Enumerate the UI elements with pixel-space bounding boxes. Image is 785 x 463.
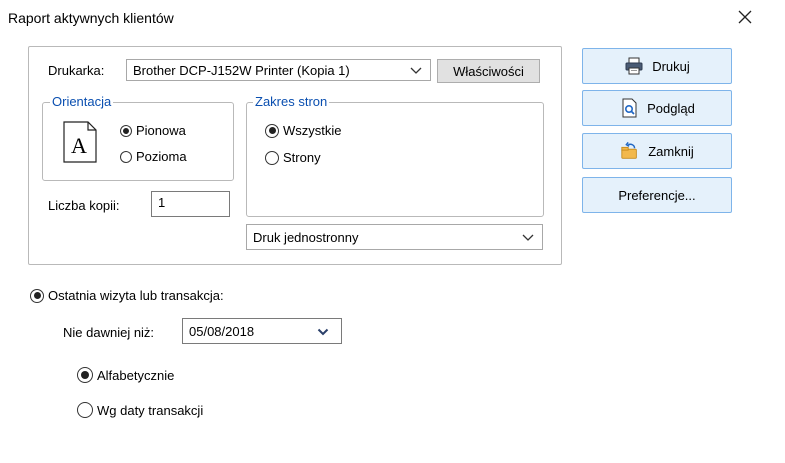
preferences-button[interactable]: Preferencje... [582,177,732,213]
exit-icon [620,141,640,161]
date-picker[interactable]: 05/08/2018 [182,318,342,344]
printer-select-value: Brother DCP-J152W Printer (Kopia 1) [133,62,350,78]
radio-sort-alphabetical[interactable]: Alfabetycznie [77,367,174,383]
close-icon[interactable] [734,6,756,28]
duplex-select[interactable]: Druk jednostronny [246,224,543,250]
printer-icon [624,56,644,76]
page-range-legend: Zakres stron [253,94,330,109]
radio-last-visit[interactable]: Ostatnia wizyta lub transakcja: [30,288,224,303]
properties-button[interactable]: Właściwości [437,59,540,83]
close-dialog-button[interactable]: Zamknij [582,133,732,169]
orientation-page-icon: A [63,121,97,163]
orientation-page-letter: A [71,133,87,158]
date-picker-value: 05/08/2018 [189,323,255,339]
copies-label: Liczba kopii: [48,198,120,213]
radio-last-visit-label: Ostatnia wizyta lub transakcja: [48,288,224,303]
radio-button-circle [77,402,93,418]
radio-all-pages-label: Wszystkie [283,123,342,138]
preview-button[interactable]: Podgląd [582,90,732,126]
radio-button-circle [120,124,132,137]
duplex-select-value: Druk jednostronny [253,229,359,245]
radio-button-circle [265,123,279,138]
chevron-down-icon [317,328,329,336]
radio-pages-label: Strony [283,150,321,165]
chevron-down-icon [522,234,534,241]
print-preview-icon [619,98,639,118]
printer-select[interactable]: Brother DCP-J152W Printer (Kopia 1) [126,59,431,81]
radio-button-circle [77,367,93,383]
radio-pages[interactable]: Strony [265,150,321,165]
print-button[interactable]: Drukuj [582,48,732,84]
radio-sort-by-date-label: Wg daty transakcji [97,402,204,418]
printer-label: Drukarka: [48,63,105,78]
preview-button-label: Podgląd [647,100,695,116]
radio-button-circle [120,150,132,163]
window-title: Raport aktywnych klientów [8,10,174,26]
radio-landscape-label: Pozioma [136,149,187,164]
radio-portrait[interactable]: Pionowa [120,123,186,138]
chevron-down-icon [410,67,422,74]
radio-button-circle [30,288,44,303]
radio-all-pages[interactable]: Wszystkie [265,123,342,138]
close-dialog-button-label: Zamknij [648,143,694,159]
copies-input[interactable]: 1 [151,191,230,217]
not-older-label: Nie dawniej niż: [63,325,155,340]
print-button-label: Drukuj [652,58,690,74]
radio-portrait-label: Pionowa [136,123,186,138]
orientation-legend: Orientacja [50,94,114,109]
radio-landscape[interactable]: Pozioma [120,149,187,164]
radio-button-circle [265,150,279,165]
radio-sort-by-date[interactable]: Wg daty transakcji [77,402,203,418]
radio-sort-alphabetical-label: Alfabetycznie [97,367,175,383]
